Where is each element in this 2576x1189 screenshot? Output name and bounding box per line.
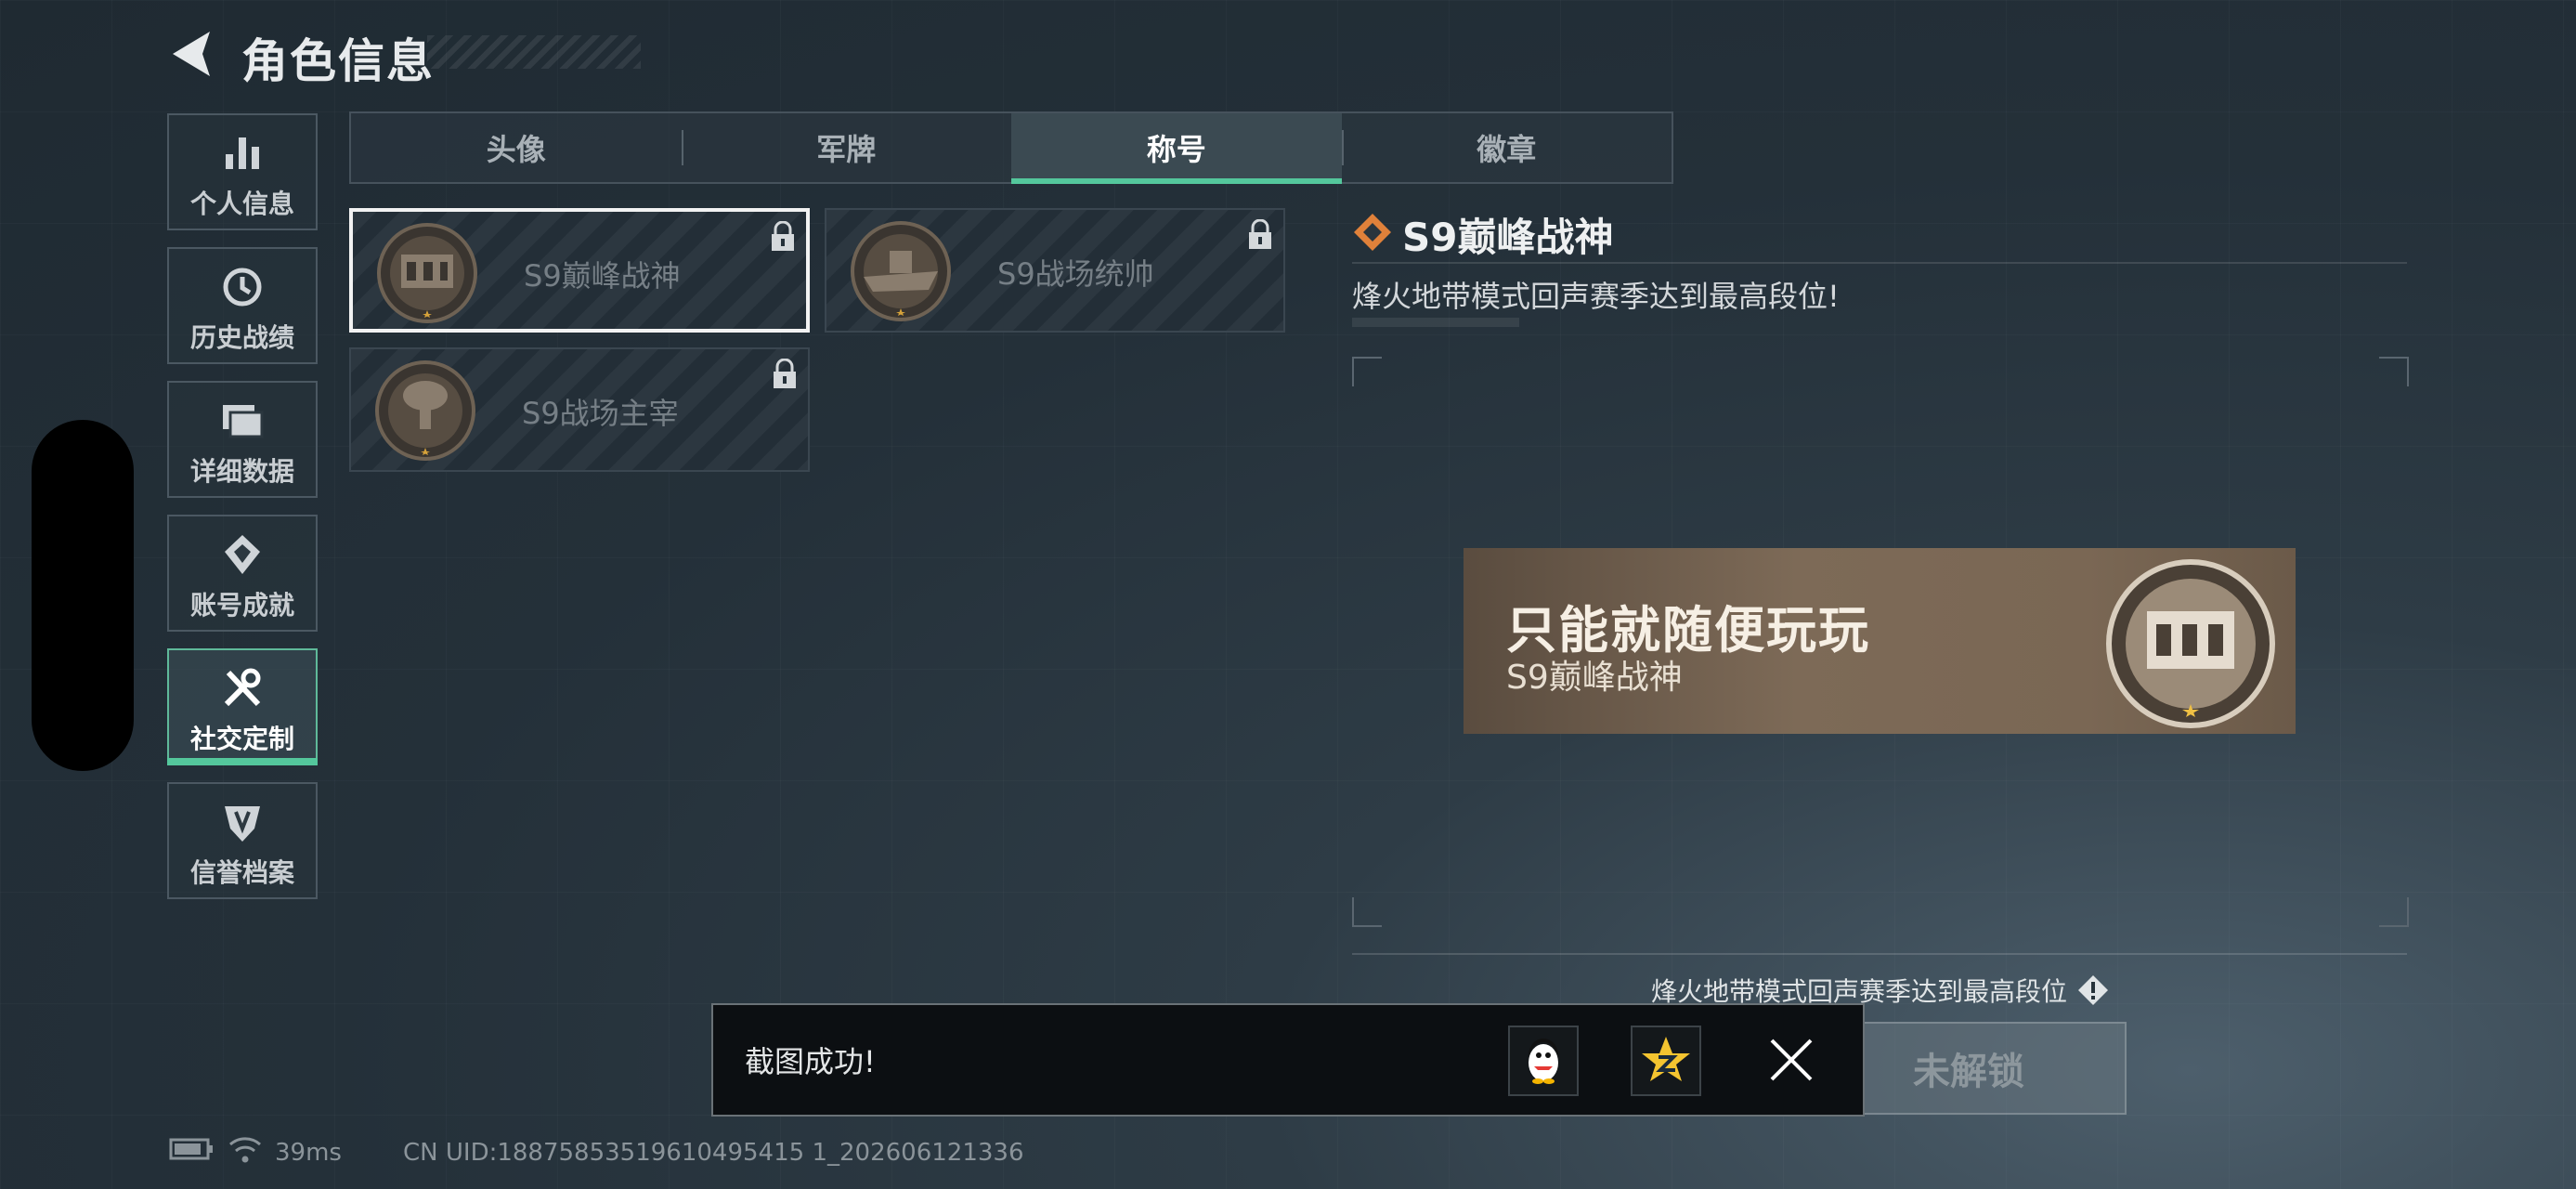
detail-title: S9巅峰战神 bbox=[1402, 215, 1614, 260]
sidebar-item-label: 社交定制 bbox=[189, 724, 294, 754]
preview-title: S9巅峰战神 bbox=[1506, 659, 1683, 697]
sidebar-item-label: 账号成就 bbox=[189, 590, 294, 621]
title-card-name: S9巅峰战神 bbox=[524, 258, 681, 294]
battery-icon bbox=[169, 1138, 213, 1160]
qzone-star-icon bbox=[1642, 1037, 1690, 1081]
header-decoration bbox=[427, 35, 641, 69]
achievement-icon bbox=[169, 533, 316, 580]
credit-shield-icon bbox=[169, 801, 316, 847]
toast-message: 截图成功! bbox=[745, 1044, 876, 1079]
tab-avatar[interactable]: 头像 bbox=[351, 113, 682, 182]
wifi-icon bbox=[229, 1137, 261, 1163]
sidebar-item-detailed-data[interactable]: 详细数据 bbox=[167, 381, 318, 498]
page-title: 角色信息 bbox=[241, 34, 435, 88]
title-preview-banner: 只能就随便玩玩 S9巅峰战神 bbox=[1464, 548, 2296, 734]
sidebar-item-credit-record[interactable]: 信誉档案 bbox=[167, 782, 318, 899]
screenshot-toast: 截图成功! bbox=[711, 1003, 1865, 1117]
tab-badge[interactable]: 徽章 bbox=[1341, 113, 1672, 182]
lock-icon bbox=[1249, 219, 1271, 249]
tab-bar: 头像 军牌 称号 徽章 bbox=[349, 111, 1673, 184]
title-card-s9-commander[interactable]: S9战场统帅 bbox=[825, 208, 1285, 333]
tab-title[interactable]: 称号 bbox=[1011, 113, 1342, 184]
bar-chart-icon bbox=[169, 132, 316, 178]
info-diamond-icon[interactable] bbox=[2076, 973, 2110, 1007]
frame-corner bbox=[2379, 897, 2409, 927]
title-card-name: S9战场统帅 bbox=[997, 256, 1154, 292]
tab-dog-tag[interactable]: 军牌 bbox=[681, 113, 1012, 182]
title-card-s9-peak-god[interactable]: S9巅峰战神 bbox=[349, 208, 810, 333]
sidebar-item-history[interactable]: 历史战绩 bbox=[167, 247, 318, 364]
frame-corner bbox=[2379, 357, 2409, 386]
back-button[interactable] bbox=[167, 28, 215, 80]
medal-fortress-icon bbox=[2106, 559, 2275, 728]
medal-fortress-icon bbox=[377, 223, 477, 323]
frame-corner bbox=[1352, 357, 1382, 386]
medal-warship-icon bbox=[851, 221, 951, 321]
lock-icon bbox=[774, 359, 796, 388]
back-arrow-icon bbox=[173, 32, 210, 76]
title-card-name: S9战场主宰 bbox=[522, 396, 679, 431]
sidebar-item-social-custom[interactable]: 社交定制 bbox=[167, 648, 318, 765]
tools-icon bbox=[169, 667, 316, 713]
share-qzone-button[interactable] bbox=[1631, 1026, 1701, 1096]
title-diamond-icon bbox=[1354, 214, 1391, 251]
divider bbox=[1352, 262, 2407, 264]
sidebar-item-label: 信誉档案 bbox=[189, 857, 294, 888]
sidebar-item-achievements[interactable]: 账号成就 bbox=[167, 515, 318, 632]
folder-icon bbox=[169, 399, 316, 446]
faded-text bbox=[1352, 318, 1519, 327]
share-qq-button[interactable] bbox=[1508, 1026, 1579, 1096]
sidebar-item-label: 历史战绩 bbox=[189, 322, 294, 353]
frame-corner bbox=[1352, 897, 1382, 927]
uid-text: CN UID:18875853519610495415 1_2026061213… bbox=[403, 1139, 1024, 1167]
divider bbox=[1352, 953, 2407, 955]
medal-explosion-icon bbox=[375, 360, 475, 461]
sidebar-item-personal-info[interactable]: 个人信息 bbox=[167, 113, 318, 230]
lock-icon bbox=[772, 221, 794, 251]
sidebar-item-label: 个人信息 bbox=[189, 189, 294, 219]
qq-penguin-icon bbox=[1529, 1039, 1558, 1084]
device-notch bbox=[32, 420, 134, 771]
detail-description: 烽火地带模式回声赛季达到最高段位! bbox=[1352, 279, 1840, 314]
title-card-s9-dominator[interactable]: S9战场主宰 bbox=[349, 347, 810, 472]
close-icon[interactable] bbox=[1766, 1035, 1816, 1085]
sidebar-item-label: 详细数据 bbox=[189, 456, 294, 487]
ping-value: 39ms bbox=[275, 1139, 342, 1167]
clock-history-icon bbox=[169, 266, 316, 312]
